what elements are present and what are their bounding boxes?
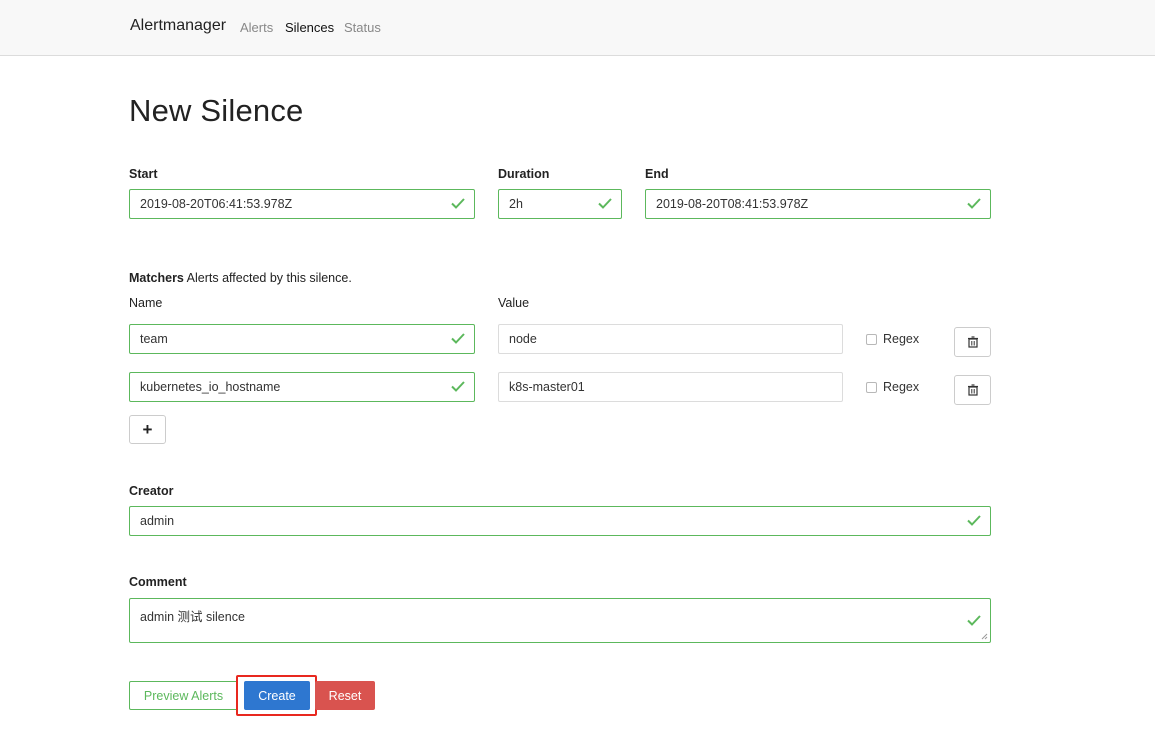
check-icon [451, 198, 465, 209]
check-icon [598, 198, 612, 209]
check-icon [967, 198, 981, 209]
matcher-value-input[interactable]: node [498, 324, 843, 354]
end-input[interactable]: 2019-08-20T08:41:53.978Z [645, 189, 991, 219]
matcher-value-header: Value [498, 296, 530, 310]
delete-matcher-button[interactable] [954, 327, 991, 357]
comment-label: Comment [129, 575, 187, 589]
matchers-heading: Matchers Alerts affected by this silence… [129, 271, 352, 285]
matcher-name-header: Name [129, 296, 163, 310]
comment-textarea[interactable]: admin 测试 silence [129, 598, 991, 643]
nav-alerts[interactable]: Alerts [240, 20, 273, 35]
creator-value[interactable]: admin [140, 514, 174, 528]
check-icon [451, 333, 465, 344]
create-button[interactable]: Create [244, 681, 310, 710]
duration-value[interactable]: 2h [509, 197, 523, 211]
end-value[interactable]: 2019-08-20T08:41:53.978Z [656, 197, 808, 211]
nav-status[interactable]: Status [344, 20, 381, 35]
add-matcher-button[interactable]: + [129, 415, 166, 444]
nav-silences[interactable]: Silences [285, 20, 334, 35]
page-title: New Silence [129, 93, 304, 128]
check-icon [967, 515, 981, 526]
end-label: End [645, 167, 669, 181]
trash-icon [967, 336, 978, 348]
reset-button[interactable]: Reset [315, 681, 375, 710]
matcher-name-value[interactable]: kubernetes_io_hostname [140, 380, 280, 394]
matchers-description: Alerts affected by this silence. [183, 271, 352, 285]
creator-label: Creator [129, 484, 174, 498]
check-icon [967, 615, 981, 626]
creator-input[interactable]: admin [129, 506, 991, 536]
start-label: Start [129, 167, 158, 181]
preview-alerts-button[interactable]: Preview Alerts [129, 681, 238, 710]
matcher-value-value[interactable]: k8s-master01 [509, 380, 585, 394]
matcher-name-input[interactable]: kubernetes_io_hostname [129, 372, 475, 402]
regex-label: Regex [883, 380, 920, 394]
top-navbar: Alertmanager Alerts Silences Status [0, 0, 1155, 56]
matchers-title: Matchers [129, 271, 184, 285]
matcher-name-input[interactable]: team [129, 324, 475, 354]
matcher-value-value[interactable]: node [509, 332, 537, 346]
check-icon [451, 381, 465, 392]
start-value[interactable]: 2019-08-20T06:41:53.978Z [140, 197, 292, 211]
regex-checkbox[interactable] [866, 334, 877, 345]
plus-icon: + [142, 420, 153, 439]
delete-matcher-button[interactable] [954, 375, 991, 405]
brand-logo[interactable]: Alertmanager [130, 17, 226, 35]
comment-value[interactable]: admin 测试 silence [140, 610, 245, 624]
matcher-value-input[interactable]: k8s-master01 [498, 372, 843, 402]
duration-label: Duration [498, 167, 550, 181]
start-input[interactable]: 2019-08-20T06:41:53.978Z [129, 189, 475, 219]
trash-icon [967, 384, 978, 396]
regex-label: Regex [883, 332, 920, 346]
resize-grip-icon[interactable] [980, 632, 988, 640]
duration-input[interactable]: 2h [498, 189, 622, 219]
matcher-name-value[interactable]: team [140, 332, 168, 346]
regex-checkbox[interactable] [866, 382, 877, 393]
